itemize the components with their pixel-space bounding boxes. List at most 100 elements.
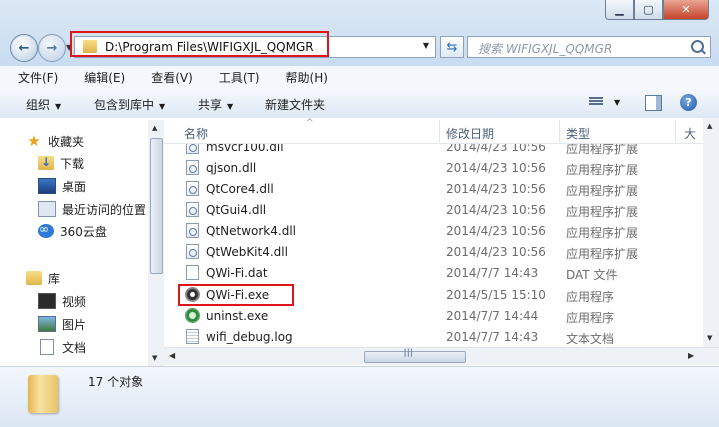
file-name: QtCore4.dll [206, 182, 274, 196]
file-type: 应用程序扩展 [566, 205, 639, 219]
file-row[interactable]: QWi-Fi.dat 2014/7/7 14:43 DAT 文件 [164, 262, 704, 283]
scroll-down-icon[interactable]: ▼ [707, 334, 712, 342]
search-icon[interactable] [691, 40, 704, 53]
refresh-icon: ⇆ [446, 39, 458, 55]
include-in-library-button[interactable]: 包含到库中 ▼ [94, 96, 165, 113]
chevron-down-icon: ▼ [159, 102, 166, 111]
file-type: 应用程序 [566, 311, 615, 325]
file-row[interactable]: wifi_debug.log 2014/7/7 14:43 文本文档 [164, 326, 704, 347]
file-list: ^ 名称 修改日期 类型 大 msvcr100.dll 2014/4/23 10… [164, 118, 719, 366]
download-folder-icon [38, 155, 54, 170]
nav-scroll-thumb[interactable] [150, 138, 163, 274]
dll-file-icon [186, 223, 199, 238]
dat-file-icon [186, 265, 199, 280]
file-date: 2014/7/7 14:44 [446, 309, 539, 323]
file-type: 应用程序扩展 [566, 226, 639, 240]
file-date: 2014/4/23 10:56 [446, 161, 546, 175]
video-icon [38, 293, 56, 309]
nav-label: 下载 [60, 156, 85, 171]
file-row[interactable]: QtGui4.dll 2014/4/23 10:56 应用程序扩展 [164, 199, 704, 220]
file-type: 文本文档 [566, 332, 615, 346]
menu-file[interactable]: 文件(F) [0, 66, 66, 88]
dll-file-icon [186, 244, 199, 259]
file-date: 2014/4/23 10:56 [446, 224, 546, 238]
share-label: 共享 [198, 98, 223, 112]
file-date: 2014/7/7 14:43 [446, 266, 539, 280]
file-type: 应用程序扩展 [566, 184, 639, 198]
item-count: 17 个对象 [88, 375, 144, 389]
scroll-up-icon[interactable]: ▲ [152, 124, 157, 132]
nav-item-downloads[interactable]: 下载 [38, 153, 84, 173]
file-row[interactable]: QtNetwork4.dll 2014/4/23 10:56 应用程序扩展 [164, 220, 704, 241]
address-dropdown-icon[interactable]: ▼ [423, 41, 429, 50]
nav-label: 最近访问的位置 [62, 202, 147, 217]
forward-button[interactable]: → [38, 34, 66, 62]
nav-item-videos[interactable]: 视频 [38, 291, 86, 311]
horizontal-scrollbar[interactable]: ◀ ▶ [164, 347, 719, 365]
file-name: qjson.dll [206, 161, 257, 175]
minimize-button[interactable]: ▁ [605, 0, 634, 20]
refresh-button[interactable]: ⇆ [440, 36, 464, 58]
nav-label: 桌面 [62, 179, 87, 194]
file-date: 2014/4/23 10:56 [446, 203, 546, 217]
scroll-left-icon[interactable]: ◀ [169, 351, 175, 360]
organize-label: 组织 [26, 98, 51, 112]
navigation-pane: ★ 收藏夹 下载 桌面 最近访问的位置 360云盘 库 视频 图片 文档 [0, 118, 164, 366]
dll-file-icon [186, 160, 199, 175]
file-row[interactable]: QtWebKit4.dll 2014/4/23 10:56 应用程序扩展 [164, 241, 704, 262]
file-name: QtWebKit4.dll [206, 245, 288, 259]
file-date: 2014/5/15 15:10 [446, 288, 546, 302]
help-icon[interactable]: ? [680, 94, 697, 111]
file-date: 2014/4/23 10:56 [446, 140, 546, 154]
scroll-up-icon[interactable]: ▲ [707, 122, 712, 130]
file-type: 应用程序扩展 [566, 247, 639, 261]
nav-item-360cloud[interactable]: 360云盘 [38, 221, 107, 241]
file-list-scrollbar[interactable]: ▲ ▼ [703, 118, 719, 347]
menu-tools[interactable]: 工具(T) [201, 66, 268, 88]
nav-scrollbar[interactable]: ▲ ▼ [148, 120, 164, 366]
close-button[interactable]: ✕ [663, 0, 709, 20]
nav-item-pictures[interactable]: 图片 [38, 314, 86, 334]
search-input[interactable]: 搜索 WIFIGXJL_QQMGR [467, 36, 711, 58]
preview-pane-icon[interactable] [645, 95, 662, 111]
menu-view[interactable]: 查看(V) [133, 66, 201, 88]
file-name: QtNetwork4.dll [206, 224, 296, 238]
chevron-down-icon: ▼ [227, 102, 234, 111]
nav-item-desktop[interactable]: 桌面 [38, 176, 86, 196]
views-dropdown-icon[interactable]: ▼ [614, 98, 620, 107]
scroll-right-icon[interactable]: ▶ [688, 351, 694, 360]
window-controls: ▁ ▢ ✕ [605, 0, 709, 20]
views-icon[interactable] [589, 96, 603, 108]
file-type: DAT 文件 [566, 268, 618, 282]
nav-item-recent[interactable]: 最近访问的位置 [38, 199, 146, 219]
back-button[interactable]: ← [10, 34, 38, 62]
file-name: uninst.exe [206, 309, 269, 323]
include-label: 包含到库中 [94, 98, 155, 112]
nav-item-documents[interactable]: 文档 [38, 337, 86, 357]
file-type: 应用程序扩展 [566, 142, 639, 156]
picture-icon [38, 316, 56, 332]
nav-label: 视频 [62, 294, 87, 309]
file-row[interactable]: msvcr100.dll 2014/4/23 10:56 应用程序扩展 [164, 136, 704, 157]
menu-edit[interactable]: 编辑(E) [66, 66, 133, 88]
share-button[interactable]: 共享 ▼ [198, 96, 233, 113]
cloud-icon [38, 222, 54, 238]
file-row[interactable]: qjson.dll 2014/4/23 10:56 应用程序扩展 [164, 157, 704, 178]
library-icon [26, 271, 42, 285]
maximize-button[interactable]: ▢ [634, 0, 663, 20]
sort-up-icon: ^ [306, 118, 314, 128]
nav-favorites[interactable]: ★ 收藏夹 [26, 131, 84, 151]
file-date: 2014/4/23 10:56 [446, 245, 546, 259]
recent-places-icon [38, 201, 56, 217]
scroll-down-icon[interactable]: ▼ [152, 354, 157, 362]
horizontal-scroll-thumb[interactable] [364, 349, 466, 363]
menu-help[interactable]: 帮助(H) [268, 66, 336, 88]
file-row[interactable]: QtCore4.dll 2014/4/23 10:56 应用程序扩展 [164, 178, 704, 199]
file-row[interactable]: uninst.exe 2014/7/7 14:44 应用程序 [164, 305, 704, 326]
organize-button[interactable]: 组织 ▼ [26, 96, 61, 113]
new-folder-button[interactable]: 新建文件夹 [265, 96, 325, 113]
dll-file-icon [186, 202, 199, 217]
file-type: 应用程序 [566, 290, 615, 304]
nav-libraries[interactable]: 库 [26, 268, 60, 288]
desktop-icon [38, 178, 56, 194]
